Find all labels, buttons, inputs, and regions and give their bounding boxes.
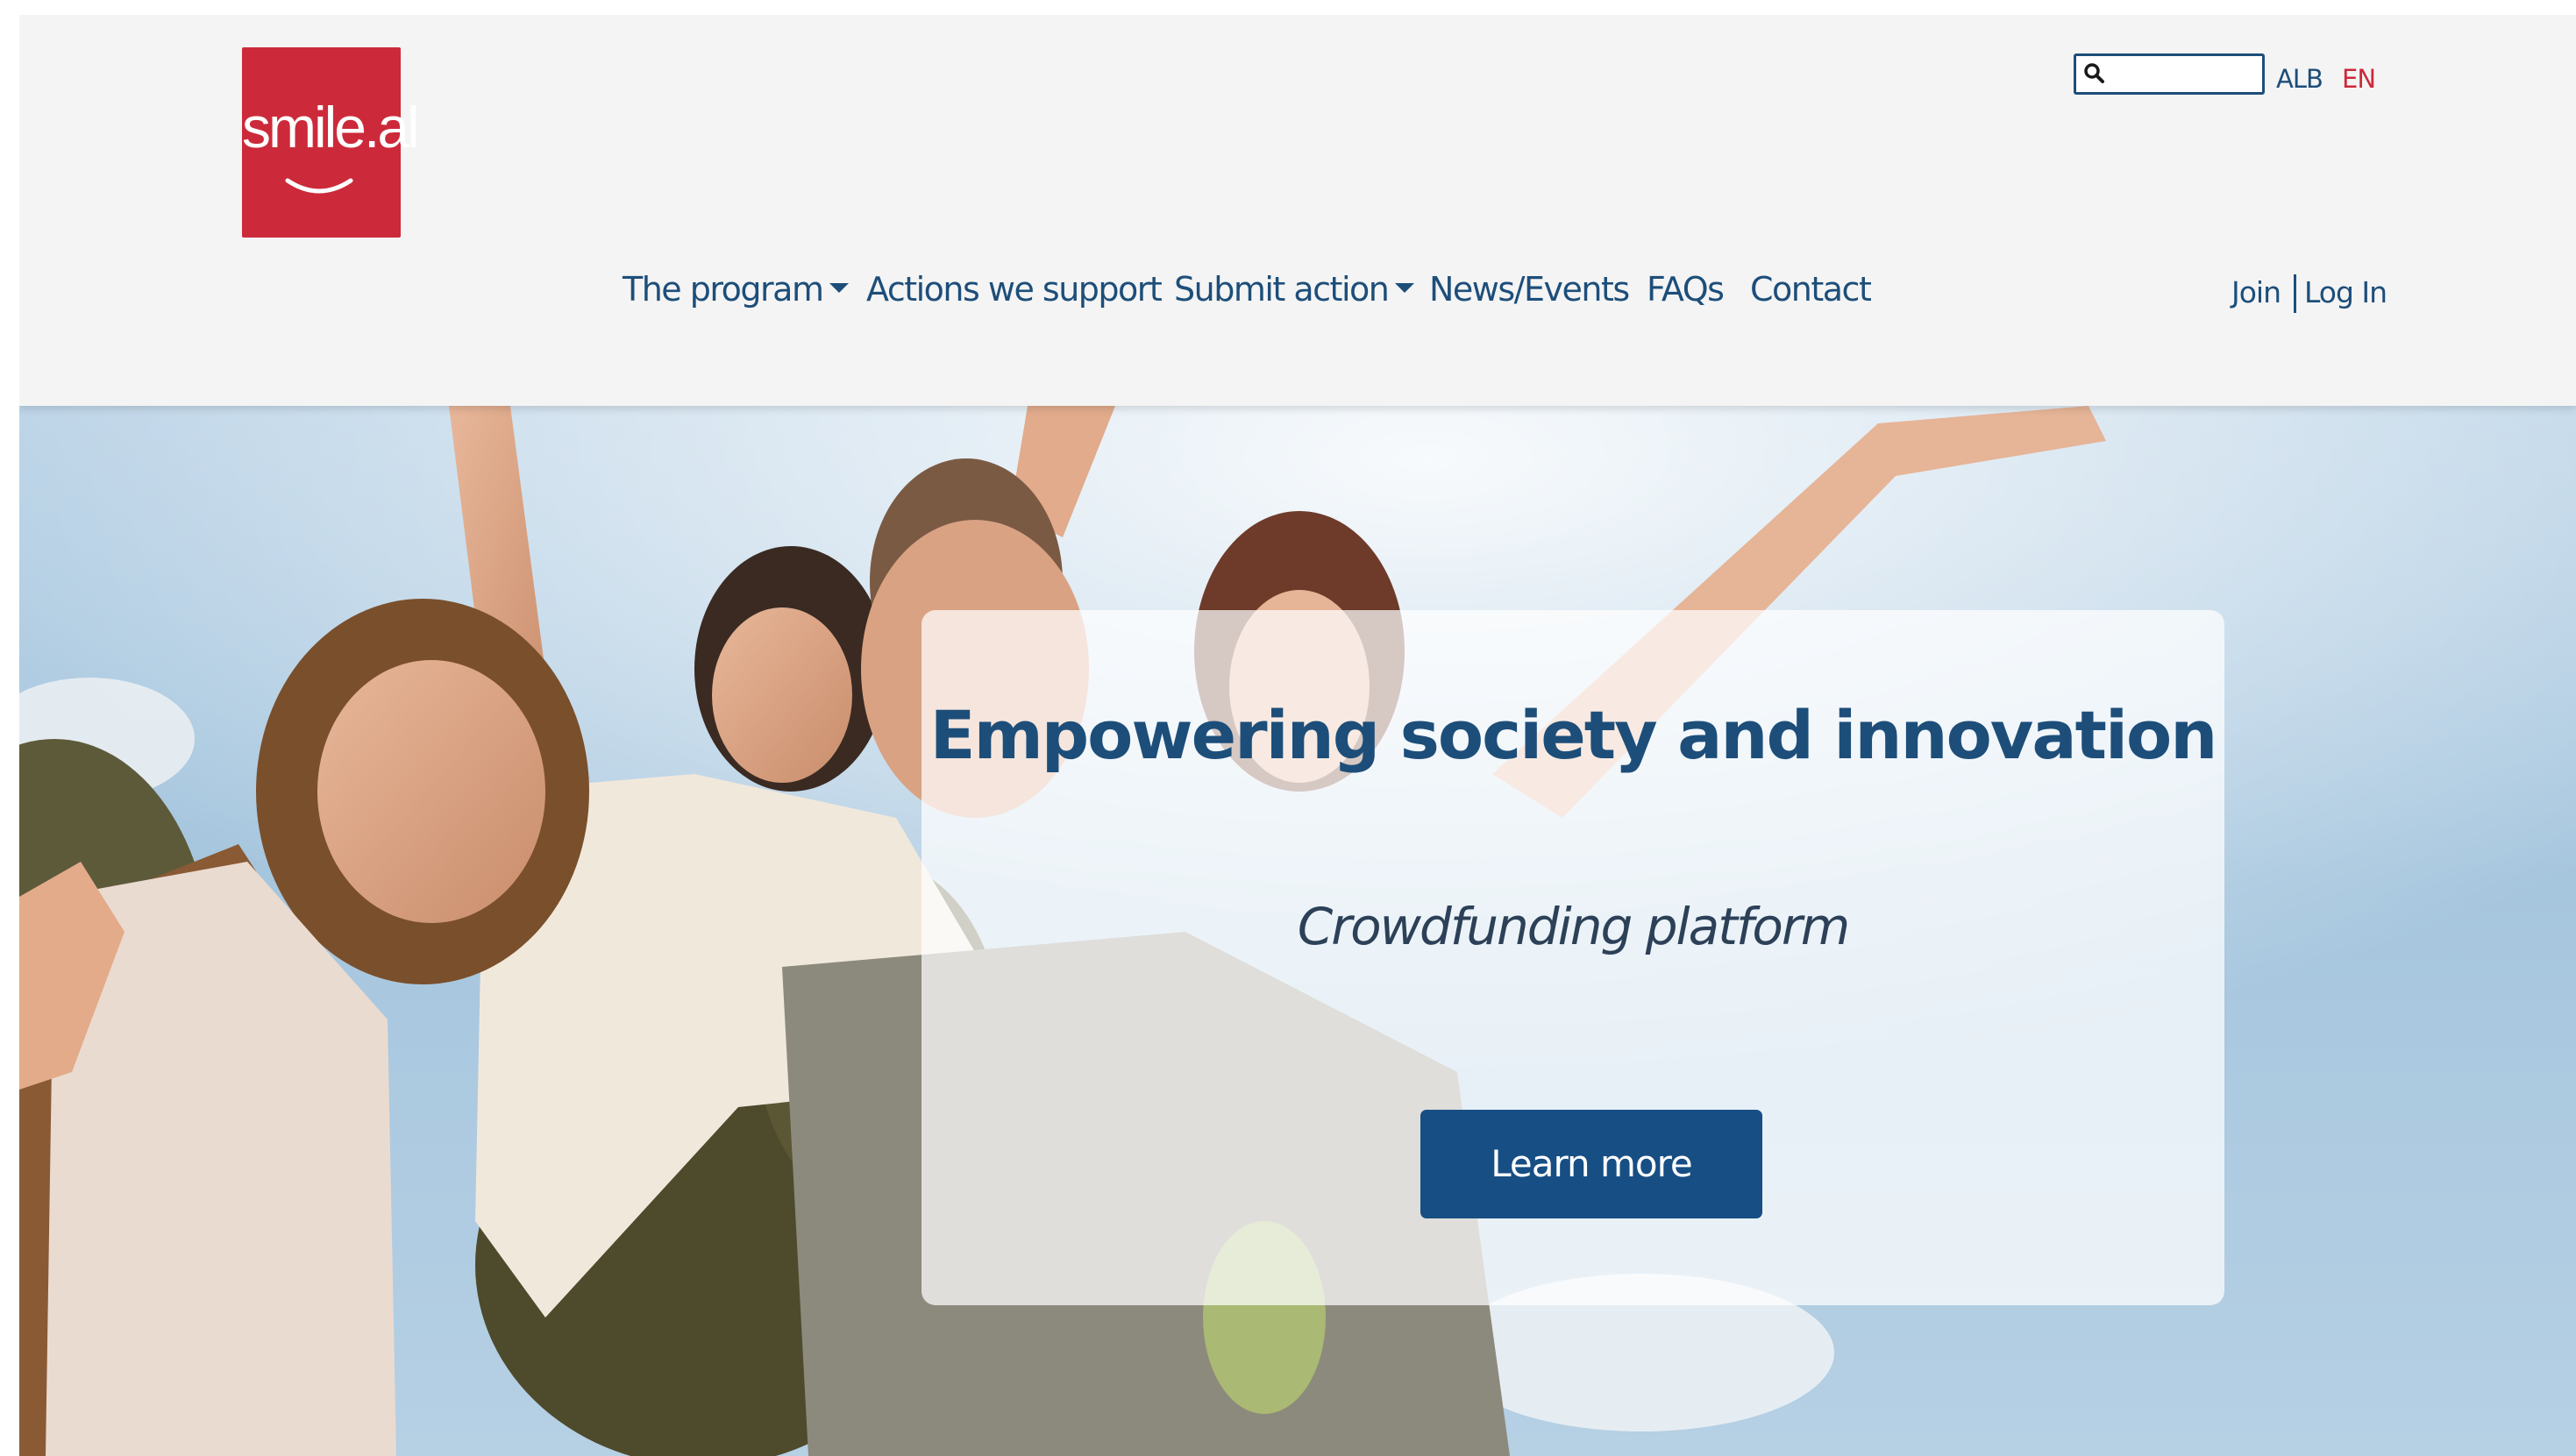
hero-card: Empowering society and innovation Crowdf… bbox=[922, 610, 2224, 1305]
nav-item-faqs[interactable]: FAQs bbox=[1647, 270, 1725, 309]
nav-item-label: News/Events bbox=[1429, 270, 1630, 309]
site-logo[interactable]: smile.al bbox=[242, 47, 420, 238]
language-en-link[interactable]: EN bbox=[2342, 64, 2376, 94]
learn-more-button[interactable]: Learn more bbox=[1420, 1110, 1762, 1218]
nav-item-label: The program bbox=[623, 270, 824, 309]
hero-title: Empowering society and innovation bbox=[929, 696, 2218, 774]
join-link[interactable]: Join bbox=[2231, 275, 2281, 309]
search-icon[interactable] bbox=[2083, 62, 2106, 85]
caret-down-icon bbox=[1395, 283, 1415, 293]
nav-item-news-events[interactable]: News/Events bbox=[1429, 270, 1630, 309]
smile-icon bbox=[285, 178, 353, 194]
nav-item-label: Submit action bbox=[1174, 270, 1390, 309]
page: smile.al ALB EN The program Actions we s… bbox=[19, 15, 2576, 1456]
search-input[interactable] bbox=[2110, 56, 2262, 93]
site-header: smile.al ALB EN The program Actions we s… bbox=[19, 15, 2576, 406]
hero-section: Empowering society and innovation Crowdf… bbox=[19, 406, 2576, 1456]
hero-subtitle: Crowdfunding platform bbox=[1297, 897, 1850, 956]
nav-item-label: Contact bbox=[1750, 270, 1872, 309]
nav-item-actions-we-support[interactable]: Actions we support bbox=[866, 270, 1163, 309]
nav-item-the-program[interactable]: The program bbox=[623, 270, 850, 309]
auth-divider bbox=[2294, 274, 2296, 313]
nav-item-contact[interactable]: Contact bbox=[1750, 270, 1872, 309]
logo-text: smile.al bbox=[242, 95, 420, 160]
nav-item-submit-action[interactable]: Submit action bbox=[1174, 270, 1415, 309]
nav-item-label: Actions we support bbox=[866, 270, 1163, 309]
login-link[interactable]: Log In bbox=[2304, 275, 2387, 309]
nav-item-label: FAQs bbox=[1647, 270, 1725, 309]
language-alb-link[interactable]: ALB bbox=[2276, 64, 2323, 94]
caret-down-icon bbox=[829, 283, 850, 293]
search-box[interactable] bbox=[2074, 53, 2265, 95]
